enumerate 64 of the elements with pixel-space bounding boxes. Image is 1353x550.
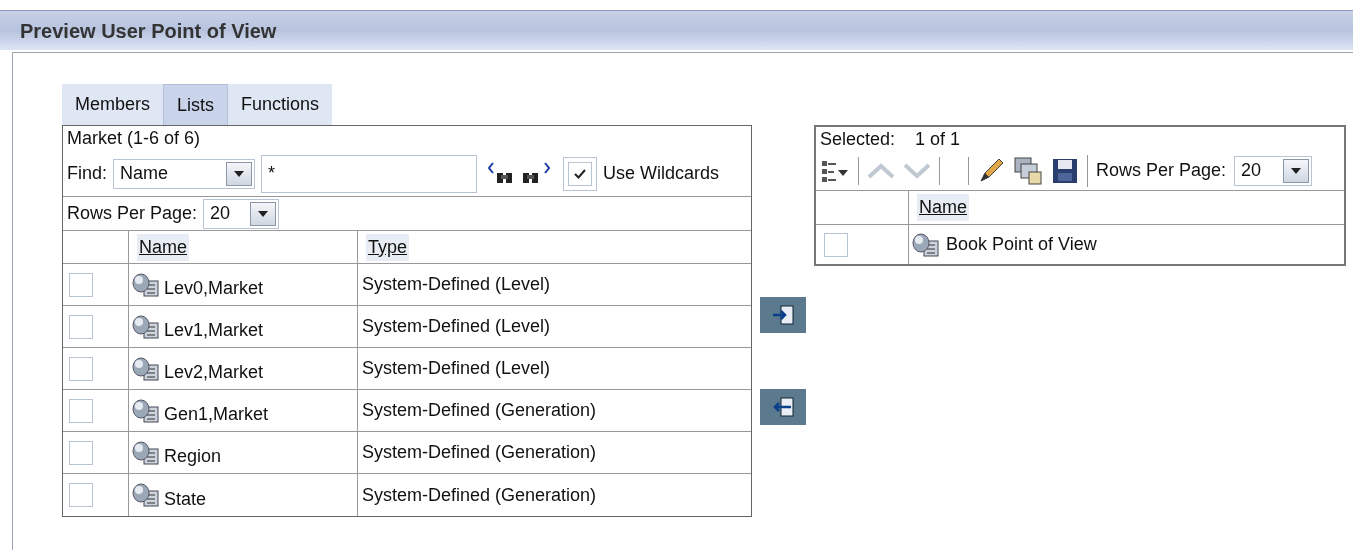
checkbox[interactable] — [69, 483, 93, 507]
computers-icon[interactable] — [1013, 155, 1043, 186]
member-icon — [132, 398, 162, 423]
member-icon — [132, 272, 162, 297]
checkbox[interactable] — [69, 356, 93, 381]
table-cell-text: System-Defined (Generation) — [362, 441, 597, 464]
remove-button[interactable] — [760, 389, 806, 425]
dropdown-value: 20 — [1241, 159, 1262, 182]
table-cell-text: System-Defined (Level) — [362, 273, 551, 296]
window-title: Preview User Point of View — [20, 18, 277, 44]
find-label: Find: — [67, 162, 108, 185]
table-cell-text: System-Defined (Level) — [362, 357, 551, 380]
column-header[interactable]: Name — [917, 194, 969, 221]
table-cell-text: Lev0,Market — [164, 277, 264, 300]
dropdown-value: Name — [120, 162, 169, 185]
checkbox[interactable] — [824, 232, 848, 257]
save-icon[interactable] — [1051, 156, 1079, 185]
table-cell-text: System-Defined (Level) — [362, 315, 551, 338]
rows-per-page-label: Rows Per Page: — [1096, 159, 1227, 182]
selected-count: 1 of 1 — [915, 127, 961, 151]
column-header[interactable]: Name — [137, 233, 189, 261]
table-cell-text: System-Defined (Generation) — [362, 483, 597, 507]
search-field[interactable]: * — [261, 154, 478, 193]
dropdown[interactable]: Name — [113, 158, 256, 189]
table-cell-text: State — [164, 487, 207, 511]
table-cell-text: System-Defined (Generation) — [362, 399, 597, 422]
checkbox[interactable] — [568, 161, 593, 186]
arrow-out-of-box-icon — [771, 396, 795, 418]
tab[interactable]: Functions — [228, 84, 333, 125]
rows-per-page-label: Rows Per Page: — [67, 202, 198, 225]
list-menu-icon[interactable] — [820, 158, 850, 183]
table-cell-text: Lev2,Market — [164, 361, 264, 384]
selected-label: Selected: — [820, 127, 896, 151]
caret-icon — [258, 210, 269, 217]
member-icon — [132, 356, 162, 381]
caret-icon — [234, 170, 245, 177]
add-button[interactable] — [760, 297, 806, 333]
tab[interactable]: Members — [62, 84, 163, 125]
table-cell-text: Region — [164, 445, 222, 468]
dropdown[interactable]: 20 — [1234, 155, 1313, 186]
dropdown-value: 20 — [210, 202, 231, 225]
list-heading: Market (1-6 of 6) — [67, 127, 201, 150]
table-cell-text: Book Point of View — [946, 233, 1097, 256]
member-icon — [132, 483, 162, 507]
checkbox[interactable] — [69, 272, 93, 297]
caret-icon — [1291, 167, 1302, 174]
checkbox[interactable] — [69, 398, 93, 423]
column-header[interactable]: Type — [366, 233, 410, 261]
table-cell-text: Gen1,Market — [164, 403, 269, 426]
member-icon — [912, 232, 942, 257]
checkmark-icon — [573, 167, 588, 180]
checkbox-label: Use Wildcards — [603, 162, 720, 185]
arrow-into-box-icon — [771, 304, 795, 326]
checkbox[interactable] — [69, 440, 93, 465]
dropdown-button[interactable] — [1283, 158, 1310, 183]
pencil-icon[interactable] — [977, 156, 1005, 185]
dropdown-button[interactable] — [226, 161, 253, 186]
table-cell-text: Lev1,Market — [164, 319, 264, 342]
member-icon — [132, 314, 162, 339]
checkbox[interactable] — [69, 314, 93, 339]
dropdown[interactable]: 20 — [203, 198, 280, 229]
dropdown-button[interactable] — [250, 201, 277, 226]
tab[interactable]: Lists — [163, 84, 229, 125]
member-icon — [132, 440, 162, 465]
